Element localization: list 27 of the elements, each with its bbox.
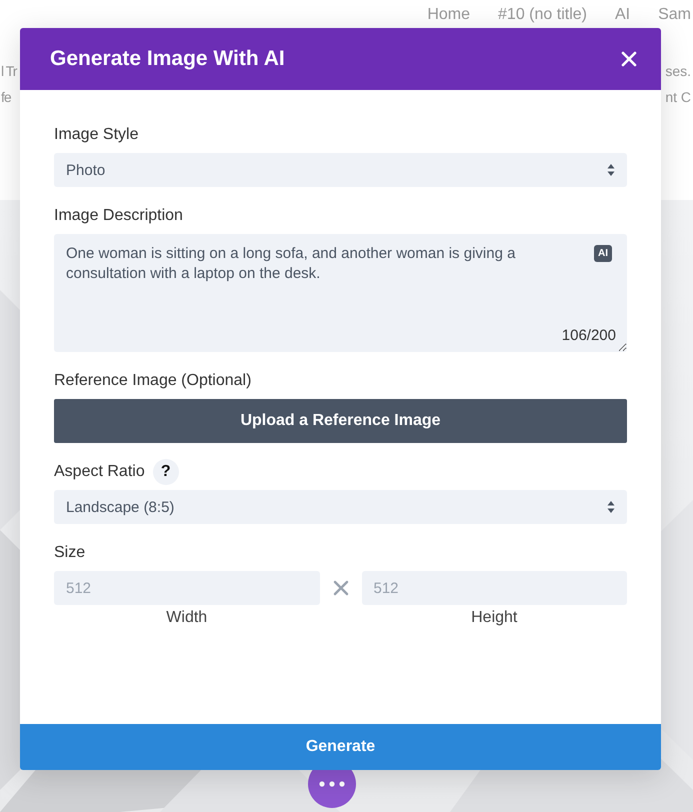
- page-text: nt C: [665, 89, 691, 107]
- dialog-title: Generate Image With AI: [50, 47, 285, 71]
- field-label: Reference Image (Optional): [54, 372, 252, 390]
- upload-button[interactable]: Upload a Reference Image: [54, 399, 627, 443]
- close-icon: [621, 51, 637, 67]
- sort-icon: [607, 163, 615, 177]
- field-label: Image Description: [54, 207, 183, 225]
- generate-button[interactable]: Generate: [20, 724, 661, 770]
- page-text: l Tr: [1, 63, 16, 81]
- page-text: fe: [1, 89, 11, 107]
- field-caption: Height: [471, 609, 518, 627]
- times-icon: [332, 580, 348, 596]
- ai-button[interactable]: AI: [594, 245, 612, 262]
- more-icon: [319, 781, 345, 787]
- width-field[interactable]: 512: [54, 571, 320, 605]
- close-button[interactable]: [621, 51, 637, 67]
- field-label: Size: [54, 544, 86, 562]
- field-caption: Width: [166, 609, 208, 627]
- select-field[interactable]: Landscape (8:5): [54, 490, 627, 524]
- help-button[interactable]: ?: [152, 459, 179, 485]
- sort-icon: [607, 500, 615, 514]
- character-counter: 106/200: [562, 327, 616, 344]
- page-text: ses.: [665, 63, 691, 81]
- field-label: Image Style: [54, 126, 138, 144]
- height-field[interactable]: 512: [362, 571, 627, 605]
- field-label: Aspect Ratio: [54, 463, 145, 481]
- select-field[interactable]: Photo: [54, 153, 627, 187]
